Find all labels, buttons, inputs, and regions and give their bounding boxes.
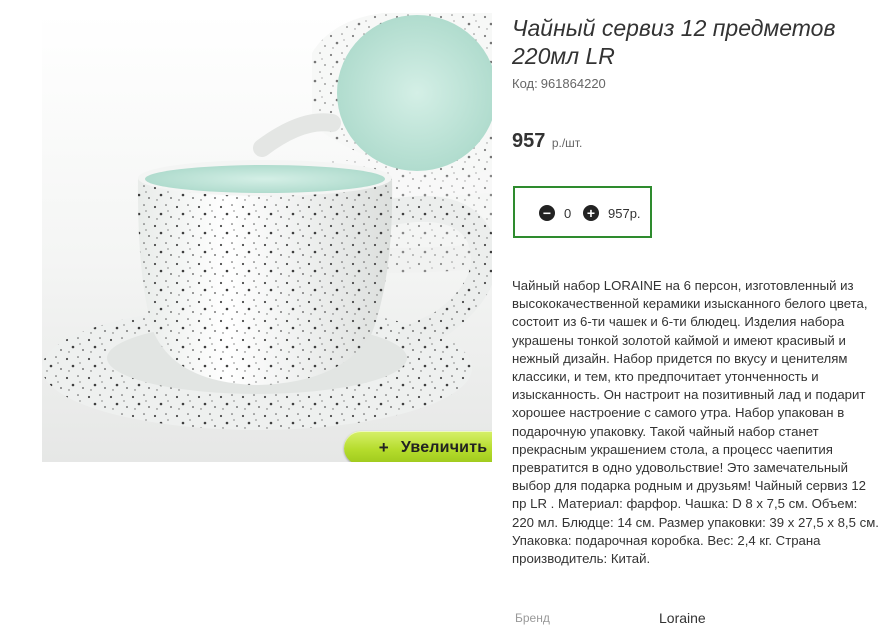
product-title: Чайный сервиз 12 предметов 220мл LR: [512, 15, 836, 69]
zoom-button[interactable]: + Увеличить: [344, 431, 492, 462]
sku-value: 961864220: [540, 76, 606, 91]
product-price: 957 р./шт.: [512, 130, 582, 153]
zoom-label: Увеличить: [400, 439, 488, 456]
sku-label: Код:: [512, 76, 538, 91]
brand-label: Бренд: [515, 611, 550, 625]
brand-value[interactable]: Loraine: [659, 610, 706, 626]
quantity-selector: − 0 + 957р.: [513, 186, 652, 238]
zoom-plus-icon: +: [378, 438, 389, 457]
cart-total: 957р.: [608, 206, 641, 221]
product-sku: Код: 961864220: [512, 76, 606, 91]
price-unit: р./шт.: [551, 136, 583, 150]
quantity-value: 0: [564, 206, 572, 221]
decrease-quantity-button[interactable]: −: [539, 205, 555, 221]
increase-quantity-button[interactable]: +: [583, 205, 599, 221]
teacup-illustration: [42, 13, 492, 430]
price-amount: 957: [512, 130, 546, 152]
product-description: Чайный набор LORAINE на 6 персон, изгото…: [512, 278, 879, 567]
plus-icon: +: [586, 205, 596, 221]
product-image[interactable]: + Увеличить: [42, 13, 492, 462]
minus-icon: −: [542, 205, 552, 221]
